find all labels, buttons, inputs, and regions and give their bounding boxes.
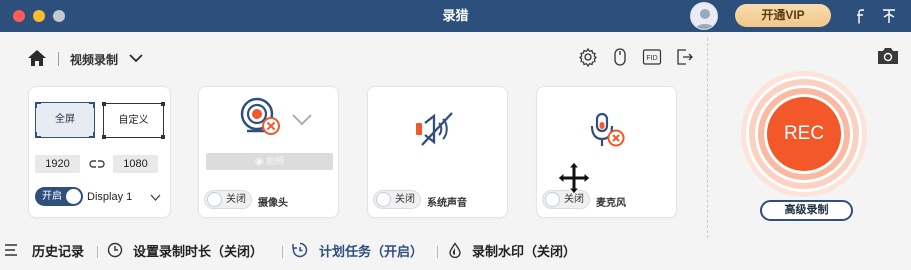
corner-mark — [89, 102, 95, 108]
panel-divider — [707, 38, 708, 238]
rec-button[interactable]: REC — [740, 70, 868, 198]
speaker-muted-icon — [416, 112, 453, 146]
fid-icon[interactable]: FID — [642, 47, 662, 67]
chevron-down-icon[interactable] — [150, 193, 161, 202]
bottom-divider — [437, 246, 438, 258]
corner-mark — [89, 132, 95, 138]
webcam-card: ◉ 拍照 关闭 摄像头 — [198, 86, 339, 218]
camera-icon: ◉ — [254, 156, 264, 167]
corner-mark — [102, 102, 106, 106]
minimize-window-button[interactable] — [33, 10, 45, 22]
facebook-icon[interactable] — [849, 5, 871, 27]
microphone-card: 关闭 麦克风 — [536, 86, 677, 218]
camera-icon[interactable] — [876, 45, 900, 67]
schedule-clock-icon[interactable] — [292, 242, 308, 258]
bottom-divider — [97, 246, 98, 258]
toggle-knob — [376, 192, 391, 207]
corner-mark — [161, 102, 165, 106]
title-bar: 录猎 开通VIP — [0, 0, 911, 32]
bottom-bar: 历史记录 设置录制时长（关闭） 计划任务（开启） 录制水印（关闭） — [0, 232, 911, 270]
toggle-knob — [66, 189, 81, 204]
height-input[interactable]: 1080 — [113, 155, 158, 173]
settings-icon[interactable] — [578, 47, 598, 67]
recording-watermark-link[interactable]: 录制水印（关闭） — [472, 241, 576, 260]
recording-mode-label[interactable]: 视频录制 — [70, 51, 118, 68]
corner-mark — [161, 135, 165, 139]
system-audio-toggle[interactable]: 关闭 — [373, 190, 421, 209]
home-icon[interactable] — [27, 49, 47, 67]
clock-icon[interactable] — [107, 242, 123, 258]
scheduled-task-link[interactable]: 计划任务（开启） — [319, 241, 423, 260]
snapshot-button[interactable]: ◉ 拍照 — [206, 153, 333, 170]
custom-area-option[interactable]: 自定义 — [102, 102, 165, 139]
export-icon[interactable] — [674, 47, 694, 67]
pin-icon[interactable] — [878, 5, 900, 27]
corner-mark — [35, 102, 41, 108]
recording-duration-link[interactable]: 设置录制时长（关闭） — [133, 241, 263, 260]
area-toggle[interactable]: 开启 — [35, 187, 83, 206]
toggle-label: 开启 — [42, 191, 62, 202]
rec-label: REC — [783, 123, 825, 144]
list-icon[interactable] — [4, 242, 20, 258]
webcam-label: 摄像头 — [258, 198, 288, 209]
history-link[interactable]: 历史记录 — [32, 241, 84, 260]
microphone-label: 麦克风 — [596, 198, 626, 209]
fullscreen-label: 全屏 — [55, 114, 75, 125]
mouse-icon[interactable] — [610, 47, 630, 67]
user-icon — [695, 9, 715, 29]
vip-button[interactable]: 开通VIP — [735, 4, 831, 27]
fid-text: FID — [646, 55, 657, 62]
toggle-label: 关闭 — [226, 194, 246, 205]
fullscreen-option[interactable]: 全屏 — [35, 102, 95, 138]
display-select[interactable]: Display 1 — [87, 191, 132, 203]
link-icon[interactable] — [89, 157, 105, 171]
system-audio-label: 系统声音 — [427, 198, 467, 209]
custom-label: 自定义 — [118, 115, 149, 126]
width-input[interactable]: 1920 — [35, 155, 80, 173]
microphone-muted-icon — [590, 112, 625, 147]
system-audio-card: 关闭 系统声音 — [367, 86, 508, 218]
watermark-drop-icon[interactable] — [447, 242, 463, 258]
zoom-window-button[interactable] — [53, 10, 65, 22]
corner-mark — [35, 132, 41, 138]
toolbar-divider — [58, 52, 59, 66]
close-window-button[interactable] — [13, 10, 25, 22]
advanced-recording-button[interactable]: 高级录制 — [760, 200, 853, 221]
toggle-knob — [207, 192, 222, 207]
chevron-down-icon[interactable] — [129, 53, 143, 63]
corner-mark — [102, 135, 106, 139]
bottom-divider — [282, 246, 283, 258]
recording-area-card: 全屏 自定义 1920 1080 开启 Display 1 — [28, 86, 171, 218]
toggle-label: 关闭 — [395, 194, 415, 205]
user-avatar[interactable] — [690, 2, 718, 30]
snapshot-label: 拍照 — [266, 156, 285, 166]
webcam-toggle[interactable]: 关闭 — [204, 190, 252, 209]
chevron-down-icon[interactable] — [291, 113, 313, 127]
webcam-icon — [240, 97, 280, 135]
move-cursor-icon — [557, 161, 591, 195]
